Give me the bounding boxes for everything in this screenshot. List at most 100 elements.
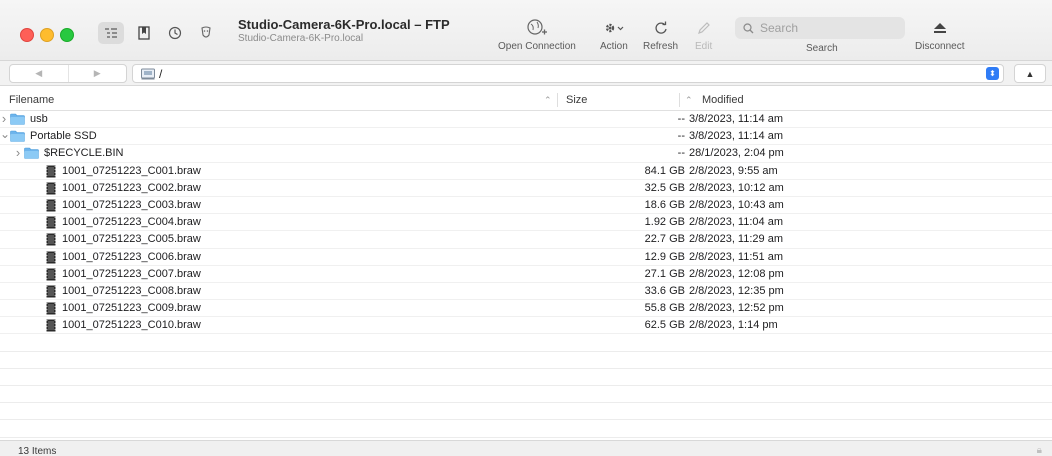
filename-column-header[interactable]: Filename [9, 94, 54, 106]
outline-view-icon[interactable] [98, 22, 124, 44]
braw-file-icon [46, 165, 56, 181]
open-connection-button[interactable]: Open Connection [498, 16, 576, 52]
folder-icon [10, 113, 25, 128]
row-size: 32.5 GB [644, 181, 685, 194]
folder-row[interactable]: › usb -- 3/8/2023, 11:14 am [0, 111, 1052, 129]
braw-file-icon [46, 319, 56, 335]
braw-file-icon [46, 302, 56, 318]
current-path: / [159, 66, 163, 81]
folder-row[interactable]: › $RECYCLE.BIN -- 28/1/2023, 2:04 pm [0, 145, 1052, 163]
action-menu-button[interactable]: Action [600, 16, 628, 52]
empty-row [0, 403, 1052, 421]
column-divider[interactable] [557, 93, 558, 107]
disclosure-expanded-icon[interactable]: ⌄ [0, 127, 10, 141]
row-filename: 1001_07251223_C008.braw [62, 284, 201, 297]
window-title: Studio-Camera-6K-Pro.local – FTP [238, 17, 450, 32]
row-filename: 1001_07251223_C004.braw [62, 216, 201, 229]
path-popup-stepper-icon[interactable]: ⬍ [986, 67, 999, 80]
status-bar: 13 Items 🔒︎ [0, 440, 1052, 456]
row-modified: 2/8/2023, 12:35 pm [689, 284, 784, 297]
refresh-button[interactable]: Refresh [643, 16, 678, 52]
toolbar: Studio-Camera-6K-Pro.local – FTP Studio-… [0, 0, 1052, 61]
file-row[interactable]: 1001_07251223_C003.braw 18.6 GB 2/8/2023, … [0, 197, 1052, 215]
search-icon [743, 22, 754, 33]
search-input[interactable] [758, 20, 902, 36]
row-filename: 1001_07251223_C010.braw [62, 319, 201, 332]
row-filename: 1001_07251223_C001.braw [62, 164, 201, 177]
empty-row [0, 369, 1052, 386]
column-header: Filename ⌃ Size ⌃ Modified [0, 90, 1052, 111]
action-label: Action [600, 41, 628, 52]
window-title-block: Studio-Camera-6K-Pro.local – FTP Studio-… [238, 17, 450, 44]
row-size: 62.5 GB [644, 319, 685, 332]
bonjour-icon[interactable] [196, 24, 216, 42]
file-row[interactable]: 1001_07251223_C005.braw 22.7 GB 2/8/2023, … [0, 231, 1052, 249]
row-modified: 28/1/2023, 2:04 pm [689, 147, 784, 160]
row-size: 12.9 GB [644, 250, 685, 263]
braw-file-icon [46, 182, 56, 198]
file-row[interactable]: 1001_07251223_C001.braw 84.1 GB 2/8/2023, … [0, 163, 1052, 180]
file-row[interactable]: 1001_07251223_C006.braw 12.9 GB 2/8/2023, … [0, 249, 1052, 266]
open-connection-label: Open Connection [498, 41, 576, 52]
braw-file-icon [46, 251, 56, 267]
minimize-window-button[interactable] [40, 28, 54, 42]
up-arrow-icon: ▲ [1025, 68, 1035, 79]
eject-icon [932, 16, 948, 40]
file-row[interactable]: 1001_07251223_C008.braw 33.6 GB 2/8/2023, … [0, 283, 1052, 301]
row-filename: 1001_07251223_C006.braw [62, 250, 201, 263]
search-label: Search [806, 43, 838, 54]
empty-row [0, 420, 1052, 438]
edit-label: Edit [695, 41, 713, 52]
row-size: 33.6 GB [644, 284, 685, 297]
empty-row [0, 334, 1052, 352]
file-row[interactable]: 1001_07251223_C002.braw 32.5 GB 2/8/2023, … [0, 180, 1052, 197]
column-divider[interactable] [679, 93, 680, 107]
close-window-button[interactable] [20, 28, 34, 42]
disclosure-collapsed-icon[interactable]: › [0, 111, 8, 126]
chevron-left-icon: ◀ [35, 68, 43, 78]
zoom-window-button[interactable] [60, 28, 74, 42]
modified-sort-chevron-icon: ⌃ [685, 95, 693, 105]
history-icon[interactable] [165, 24, 185, 42]
folder-icon [24, 147, 39, 162]
ftp-browser-window: Studio-Camera-6K-Pro.local – FTP Studio-… [0, 0, 1052, 456]
braw-file-icon [46, 268, 56, 284]
parent-directory-button[interactable]: ▲ [1014, 64, 1046, 83]
file-row[interactable]: 1001_07251223_C010.braw 62.5 GB 2/8/2023, … [0, 317, 1052, 335]
size-column-header[interactable]: Size [566, 94, 587, 106]
back-button[interactable]: ◀ [10, 65, 68, 82]
modified-column-header[interactable]: Modified [702, 94, 744, 106]
row-filename: 1001_07251223_C007.braw [62, 267, 201, 280]
row-modified: 3/8/2023, 11:14 am [689, 130, 783, 143]
search-field[interactable] [735, 17, 905, 39]
row-size: 1.92 GB [644, 216, 685, 229]
braw-file-icon [46, 216, 56, 232]
disclosure-collapsed-icon[interactable]: › [14, 145, 22, 160]
bookmarks-icon[interactable] [134, 24, 154, 42]
row-size: 22.7 GB [644, 233, 685, 246]
file-row[interactable]: 1001_07251223_C007.braw 27.1 GB 2/8/2023, … [0, 266, 1052, 283]
disconnect-button[interactable]: Disconnect [915, 16, 964, 52]
braw-file-icon [46, 285, 56, 301]
row-size: -- [677, 113, 685, 125]
row-size: 18.6 GB [644, 198, 685, 211]
row-modified: 2/8/2023, 1:14 pm [689, 319, 778, 332]
folder-row[interactable]: ⌄ Portable SSD -- 3/8/2023, 11:14 am [0, 127, 1052, 146]
path-selector[interactable]: / ⬍ [132, 64, 1004, 83]
server-drive-icon [141, 68, 155, 79]
file-list: › usb -- 3/8/2023, 11:14 am ⌄ Portable SSD -- 3… [0, 111, 1052, 438]
row-modified: 2/8/2023, 10:43 am [689, 198, 784, 211]
file-row[interactable]: 1001_07251223_C009.braw 55.8 GB 2/8/2023, … [0, 300, 1052, 318]
braw-file-icon [46, 199, 56, 215]
row-filename: 1001_07251223_C005.braw [62, 233, 201, 246]
folder-icon [10, 130, 25, 145]
row-modified: 3/8/2023, 11:14 am [689, 113, 783, 125]
row-modified: 2/8/2023, 10:12 am [689, 181, 784, 194]
disconnect-label: Disconnect [915, 41, 965, 52]
edit-button[interactable]: Edit [695, 16, 712, 52]
forward-button[interactable]: ▶ [67, 65, 127, 82]
gear-dropdown-icon [603, 16, 625, 40]
lock-icon: 🔒︎ [1036, 445, 1042, 456]
file-row[interactable]: 1001_07251223_C004.braw 1.92 GB 2/8/2023, … [0, 214, 1052, 232]
row-modified: 2/8/2023, 11:04 am [689, 216, 783, 229]
